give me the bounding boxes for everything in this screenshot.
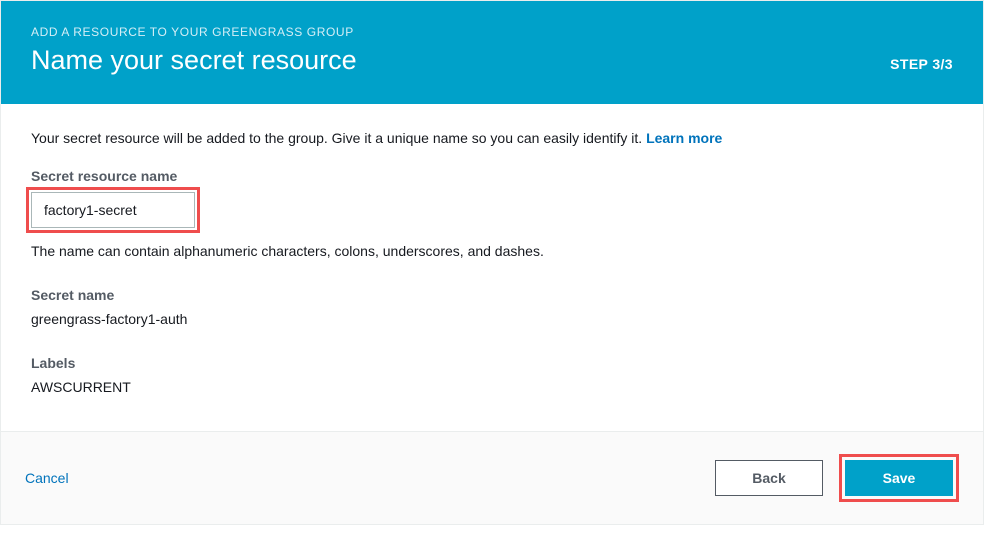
description-row: Your secret resource will be added to th… bbox=[31, 130, 953, 146]
resource-name-input[interactable] bbox=[31, 192, 195, 228]
description-text: Your secret resource will be added to th… bbox=[31, 130, 646, 146]
input-row bbox=[31, 192, 953, 233]
wizard-panel: ADD A RESOURCE TO YOUR GREENGRASS GROUP … bbox=[0, 0, 984, 525]
wizard-footer: Cancel Back Save bbox=[1, 431, 983, 524]
secret-name-section: Secret name greengrass-factory1-auth bbox=[31, 287, 953, 327]
page-title: Name your secret resource bbox=[31, 45, 357, 76]
secret-name-label: Secret name bbox=[31, 287, 953, 303]
resource-name-field: Secret resource name The name can contai… bbox=[31, 168, 953, 259]
wizard-header: ADD A RESOURCE TO YOUR GREENGRASS GROUP … bbox=[1, 1, 983, 104]
header-left: ADD A RESOURCE TO YOUR GREENGRASS GROUP … bbox=[31, 25, 357, 76]
secret-name-value: greengrass-factory1-auth bbox=[31, 311, 953, 327]
resource-name-helper: The name can contain alphanumeric charac… bbox=[31, 243, 953, 259]
back-button[interactable]: Back bbox=[715, 460, 823, 496]
wizard-body: Your secret resource will be added to th… bbox=[1, 104, 983, 431]
labels-section: Labels AWSCURRENT bbox=[31, 355, 953, 395]
save-button[interactable]: Save bbox=[845, 460, 953, 496]
input-outer bbox=[31, 192, 381, 233]
resource-name-label: Secret resource name bbox=[31, 168, 953, 184]
eyebrow-text: ADD A RESOURCE TO YOUR GREENGRASS GROUP bbox=[31, 25, 357, 39]
labels-label: Labels bbox=[31, 355, 953, 371]
labels-value: AWSCURRENT bbox=[31, 379, 953, 395]
footer-right: Back Save bbox=[715, 454, 959, 502]
step-indicator: STEP 3/3 bbox=[890, 56, 953, 72]
learn-more-link[interactable]: Learn more bbox=[646, 130, 722, 146]
save-highlight: Save bbox=[839, 454, 959, 502]
input-highlight bbox=[26, 187, 200, 233]
cancel-button[interactable]: Cancel bbox=[25, 470, 69, 486]
